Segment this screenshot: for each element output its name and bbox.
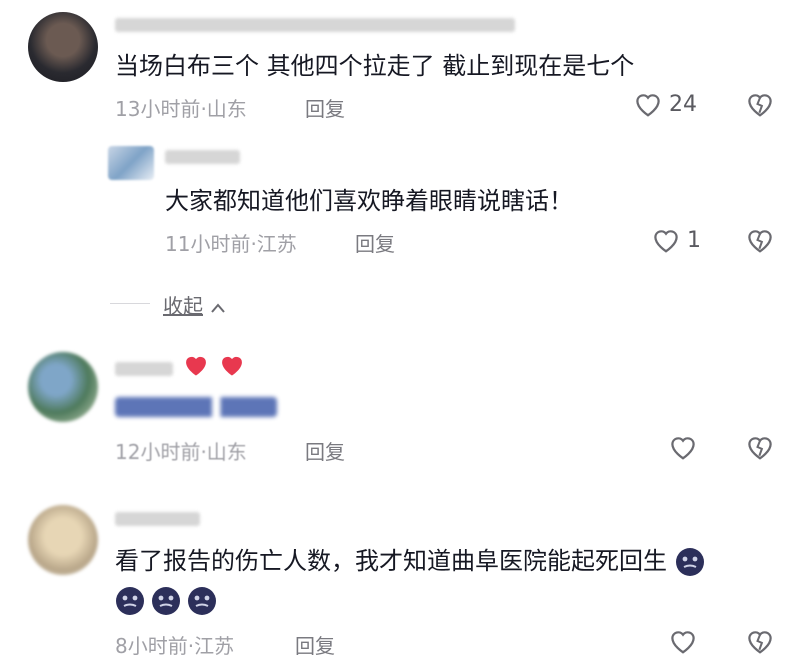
username-blurred[interactable] — [115, 18, 515, 32]
heart-emoji-icon — [222, 356, 242, 376]
collapse-divider — [110, 303, 150, 304]
reply-button[interactable]: 回复 — [305, 436, 345, 465]
reply-button[interactable]: 回复 — [355, 228, 395, 257]
collapse-label: 收起 — [163, 294, 203, 318]
comment-meta: 11小时前·江苏 — [165, 232, 297, 256]
comment-meta: 12小时前·山东 — [115, 440, 247, 464]
face-emoji-icon — [675, 548, 704, 576]
reply-button[interactable]: 回复 — [305, 93, 345, 122]
comment-meta: 13小时前·山东 — [115, 97, 247, 121]
username-blurred[interactable] — [115, 512, 200, 526]
comment-text-line: 看了报告的伤亡人数，我才知道曲阜医院能起死回生 — [115, 547, 667, 575]
chevron-up-icon — [211, 302, 226, 313]
face-emoji-icon — [152, 587, 180, 615]
heart-icon[interactable] — [668, 433, 698, 461]
comment-meta: 8小时前·江苏 — [115, 634, 235, 658]
heart-icon[interactable] — [668, 627, 698, 655]
avatar[interactable] — [28, 12, 98, 82]
username-blurred[interactable] — [115, 362, 173, 376]
avatar[interactable] — [28, 505, 98, 575]
reply-button[interactable]: 回复 — [295, 630, 335, 659]
dislike-icon[interactable] — [745, 627, 775, 655]
like-count: 24 — [669, 91, 697, 117]
comment-text: 看了报告的伤亡人数，我才知道曲阜医院能起死回生 — [115, 545, 705, 577]
username-blurred[interactable] — [165, 150, 240, 164]
heart-emoji-icon — [186, 356, 206, 376]
like-button[interactable]: 24 — [633, 90, 697, 118]
like-count: 1 — [687, 227, 701, 253]
dislike-icon[interactable] — [745, 90, 775, 118]
heart-icon — [636, 94, 660, 117]
heart-icon — [654, 230, 678, 253]
like-button[interactable]: 1 — [651, 226, 701, 254]
comment-text: 当场白布三个 其他四个拉走了 截止到现在是七个 — [115, 52, 635, 80]
face-emoji-icon — [116, 587, 144, 615]
comment-text: 大家都知道他们喜欢睁着眼睛说瞎话！ — [165, 187, 573, 215]
face-emoji-icon — [188, 587, 216, 615]
collapse-replies-button[interactable]: 收起 — [163, 290, 227, 319]
comment-text-blurred — [115, 397, 277, 417]
emoji-row — [115, 586, 217, 616]
dislike-icon[interactable] — [745, 226, 775, 254]
avatar[interactable] — [108, 146, 154, 180]
avatar[interactable] — [28, 352, 98, 422]
dislike-icon[interactable] — [745, 433, 775, 461]
